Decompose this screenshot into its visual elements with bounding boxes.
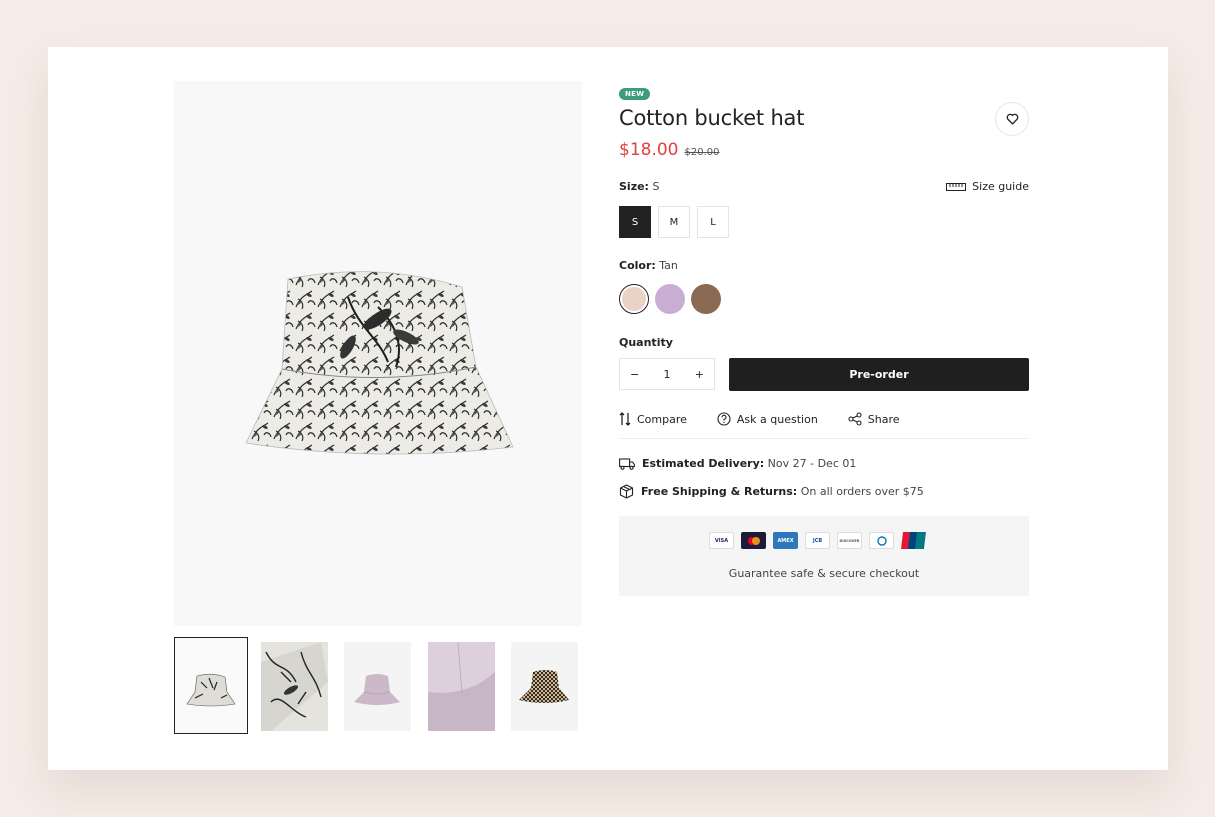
quantity-minus-button[interactable]: − [630,368,639,381]
swatch-tan[interactable] [619,284,649,314]
amex-icon: AMEX [773,532,798,549]
preorder-button[interactable]: Pre-order [729,358,1029,391]
jcb-icon: JCB [805,532,830,549]
selected-color: Tan [659,259,678,272]
lilac-hat-thumb-image [354,674,400,705]
current-price: $18.00 [619,140,679,160]
secure-checkout-box: VISA AMEX JCB DISCOVER Guarantee safe & … [619,516,1029,596]
selected-size: S [652,180,660,193]
swatch-brown[interactable] [691,284,721,314]
free-shipping-text: Free Shipping & Returns: On all orders o… [641,485,924,498]
color-label: Color: Tan [619,259,678,272]
free-shipping-returns: Free Shipping & Returns: On all orders o… [619,484,1029,499]
product-title: Cotton bucket hat [619,106,805,130]
size-option-l[interactable]: L [697,206,729,238]
compare-icon [619,412,631,426]
thumbnail-lilac-hat-detail[interactable] [428,642,495,731]
lilac-hat-detail-thumb-image [428,642,495,731]
box-icon [619,484,634,499]
question-icon [717,412,731,426]
quantity-and-cta-row: − 1 + Pre-order [619,358,1029,391]
quantity-stepper: − 1 + [619,358,715,390]
price-row: $18.00 $20.00 [619,140,1029,160]
share-action[interactable]: Share [848,412,900,426]
size-option-m[interactable]: M [658,206,690,238]
floral-bucket-hat-image [245,271,514,455]
size-option-s[interactable]: S [619,206,651,238]
main-product-image[interactable] [174,81,582,626]
quantity-label: Quantity [619,336,673,349]
product-actions: Compare Ask a question Share [619,412,1029,439]
floral-hat-detail-thumb-image [261,642,328,731]
houndstooth-hat-thumb-image [519,670,569,703]
product-info: NEW Cotton bucket hat $18.00 $20.00 Size… [619,81,1029,596]
ask-question-action[interactable]: Ask a question [717,412,818,426]
size-guide-link[interactable]: Size guide [946,180,1029,193]
size-guide-label: Size guide [972,180,1029,193]
discover-icon: DISCOVER [837,532,862,549]
quantity-plus-button[interactable]: + [695,368,704,381]
quantity-label-row: Quantity [619,336,1029,349]
size-label-row: Size: S Size guide [619,180,1029,193]
secure-checkout-text: Guarantee safe & secure checkout [728,567,920,580]
payment-cards: VISA AMEX JCB DISCOVER [709,532,926,549]
estimated-delivery: Estimated Delivery: Nov 27 - Dec 01 [619,457,1029,470]
diners-club-icon [869,532,894,549]
truck-icon [619,457,635,470]
size-options: S M L [619,206,1029,238]
swatch-lilac[interactable] [655,284,685,314]
ask-question-label: Ask a question [736,412,818,426]
mastercard-icon [741,532,766,549]
share-icon [848,412,862,426]
compare-label: Compare [637,412,687,426]
heart-icon [1006,113,1018,125]
share-label: Share [867,412,900,426]
thumbnail-lilac-hat[interactable] [344,642,411,731]
ruler-icon [946,182,967,191]
quantity-value[interactable]: 1 [664,368,671,381]
thumbnail-strip [174,637,582,737]
wishlist-button[interactable] [995,102,1029,136]
compare-action[interactable]: Compare [619,412,687,426]
unionpay-icon [901,532,926,549]
old-price: $20.00 [684,147,720,158]
new-badge: NEW [619,88,651,100]
thumbnail-floral-hat-detail[interactable] [261,642,328,731]
visa-icon: VISA [709,532,734,549]
delivery-text: Estimated Delivery: Nov 27 - Dec 01 [642,457,857,470]
thumbnail-houndstooth-hat[interactable] [511,642,578,731]
product-card: NEW Cotton bucket hat $18.00 $20.00 Size… [48,47,1168,770]
size-label: Size: S [619,180,660,193]
floral-hat-thumb-image [186,673,236,707]
color-label-row: Color: Tan [619,259,1029,272]
color-swatches [619,284,1029,314]
thumbnail-floral-hat[interactable] [174,637,248,734]
